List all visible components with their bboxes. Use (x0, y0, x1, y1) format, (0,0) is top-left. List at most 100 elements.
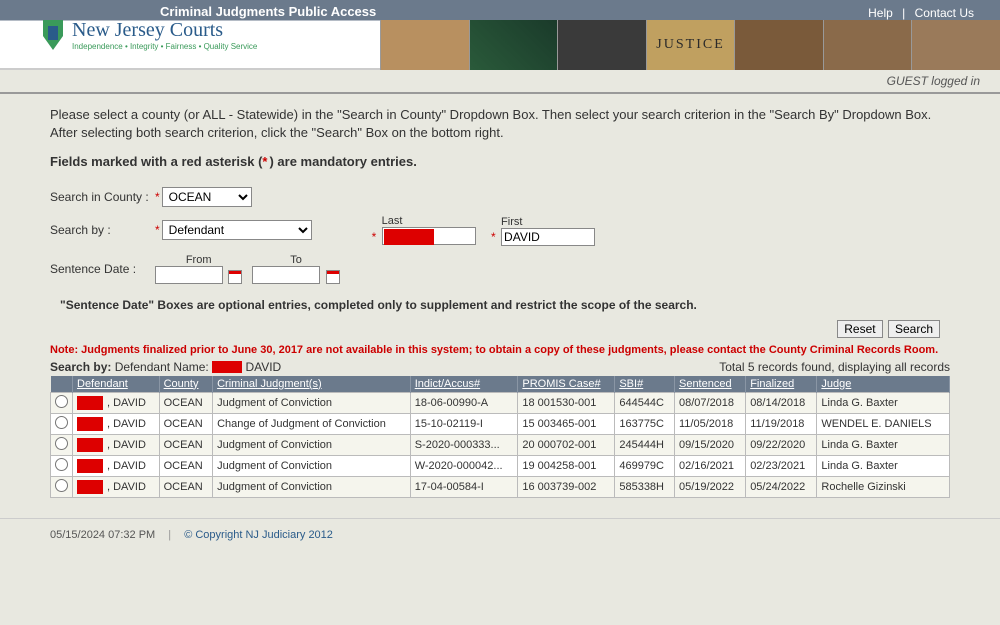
top-banner: Criminal Judgments Public Access Help | … (0, 0, 1000, 70)
banner-img-justice: JUSTICE (646, 20, 735, 70)
searchby-select[interactable]: Defendant (162, 220, 312, 240)
sentence-date-label: Sentence Date : (50, 262, 155, 276)
col-finalized[interactable]: Finalized (746, 376, 817, 393)
availability-note: Note: Judgments finalized prior to June … (50, 344, 950, 356)
cell-indict: 15-10-02119-I (410, 413, 518, 434)
cell-sbi: 585338H (615, 476, 675, 497)
cell-county: OCEAN (159, 413, 212, 434)
cell-promis: 16 003739-002 (518, 476, 615, 497)
cell-indict: S-2020-000333... (410, 434, 518, 455)
logo-area: New Jersey Courts Independence • Integri… (40, 18, 257, 52)
table-row: , DAVIDOCEANJudgment of Conviction18-06-… (51, 392, 950, 413)
row-radio[interactable] (55, 416, 68, 429)
sentence-date-note: "Sentence Date" Boxes are optional entri… (60, 298, 950, 312)
cell-sentenced: 02/16/2021 (674, 455, 745, 476)
last-name-input-redacted[interactable] (384, 229, 434, 245)
search-button[interactable]: Search (888, 320, 940, 338)
cell-sbi: 245444H (615, 434, 675, 455)
cell-county: OCEAN (159, 434, 212, 455)
date-to-input[interactable] (252, 266, 320, 284)
last-name-label: Last (372, 215, 476, 227)
cell-promis: 20 000702-001 (518, 434, 615, 455)
col-sentenced[interactable]: Sentenced (674, 376, 745, 393)
results-table: Defendant County Criminal Judgment(s) In… (50, 376, 950, 498)
cell-judgment: Change of Judgment of Conviction (213, 413, 411, 434)
col-sbi[interactable]: SBI# (615, 376, 675, 393)
cell-finalized: 11/19/2018 (746, 413, 817, 434)
cell-indict: W-2020-000042... (410, 455, 518, 476)
contact-link[interactable]: Contact Us (915, 6, 974, 20)
row-radio[interactable] (55, 437, 68, 450)
cell-county: OCEAN (159, 455, 212, 476)
cell-promis: 15 003465-001 (518, 413, 615, 434)
first-name-label: First (491, 216, 595, 228)
table-row: , DAVIDOCEANJudgment of ConvictionW-2020… (51, 455, 950, 476)
cell-finalized: 05/24/2022 (746, 476, 817, 497)
cell-sentenced: 09/15/2020 (674, 434, 745, 455)
app-title: Criminal Judgments Public Access (160, 4, 376, 19)
cell-judgment: Judgment of Conviction (213, 455, 411, 476)
col-county[interactable]: County (159, 376, 212, 393)
row-radio[interactable] (55, 395, 68, 408)
banner-img-2 (469, 20, 558, 70)
nj-courts-logo-icon (40, 18, 66, 52)
header-links: Help | Contact Us (862, 6, 980, 20)
col-judgment[interactable]: Criminal Judgment(s) (213, 376, 411, 393)
county-select[interactable]: OCEAN (162, 187, 252, 207)
banner-img-3 (557, 20, 646, 70)
cell-promis: 19 004258-001 (518, 455, 615, 476)
cell-defendant: , DAVID (73, 434, 160, 455)
calendar-icon[interactable] (228, 270, 242, 284)
cell-defendant: , DAVID (73, 476, 160, 497)
cell-county: OCEAN (159, 476, 212, 497)
cell-indict: 17-04-00584-I (410, 476, 518, 497)
search-form: Search in County : * OCEAN Search by : *… (50, 187, 950, 283)
cell-sbi: 163775C (615, 413, 675, 434)
searchby-label: Search by : (50, 223, 155, 237)
redacted-lastname (77, 417, 103, 431)
help-link[interactable]: Help (868, 6, 893, 20)
asterisk-icon: * (262, 154, 267, 169)
cell-sbi: 469979C (615, 455, 675, 476)
cell-finalized: 02/23/2021 (746, 455, 817, 476)
logo-text-main: New Jersey Courts (72, 19, 257, 42)
cell-defendant: , DAVID (73, 413, 160, 434)
col-indict[interactable]: Indict/Accus# (410, 376, 518, 393)
redacted-lastname (77, 459, 103, 473)
calendar-icon[interactable] (326, 270, 340, 284)
redacted-lastname (77, 396, 103, 410)
required-asterisk: * (155, 190, 160, 204)
logo-tagline: Independence • Integrity • Fairness • Qu… (72, 42, 257, 51)
cell-judgment: Judgment of Conviction (213, 476, 411, 497)
required-asterisk: * (372, 230, 377, 244)
login-status: GUEST logged in (0, 70, 1000, 94)
required-asterisk: * (155, 223, 160, 237)
cell-finalized: 09/22/2020 (746, 434, 817, 455)
redacted-lastname (212, 361, 242, 373)
cell-judge: Linda G. Baxter (817, 455, 950, 476)
to-label: To (252, 254, 339, 266)
date-from-input[interactable] (155, 266, 223, 284)
from-label: From (155, 254, 242, 266)
cell-indict: 18-06-00990-A (410, 392, 518, 413)
table-row: , DAVIDOCEANJudgment of ConvictionS-2020… (51, 434, 950, 455)
first-name-input[interactable] (501, 228, 595, 246)
col-defendant[interactable]: Defendant (73, 376, 160, 393)
mandatory-note: Fields marked with a red asterisk (*) ar… (50, 154, 950, 169)
cell-defendant: , DAVID (73, 392, 160, 413)
cell-sentenced: 08/07/2018 (674, 392, 745, 413)
row-radio[interactable] (55, 458, 68, 471)
cell-finalized: 08/14/2018 (746, 392, 817, 413)
cell-judge: Rochelle Gizinski (817, 476, 950, 497)
footer: 05/15/2024 07:32 PM | © Copyright NJ Jud… (0, 518, 1000, 551)
banner-photo-strip: JUSTICE (380, 20, 1000, 70)
banner-img-7 (911, 20, 1000, 70)
col-judge[interactable]: Judge (817, 376, 950, 393)
cell-judgment: Judgment of Conviction (213, 434, 411, 455)
banner-img-5 (734, 20, 823, 70)
row-radio[interactable] (55, 479, 68, 492)
col-promis[interactable]: PROMIS Case# (518, 376, 615, 393)
footer-copyright-link[interactable]: © Copyright NJ Judiciary 2012 (184, 529, 333, 541)
reset-button[interactable]: Reset (837, 320, 882, 338)
cell-judgment: Judgment of Conviction (213, 392, 411, 413)
